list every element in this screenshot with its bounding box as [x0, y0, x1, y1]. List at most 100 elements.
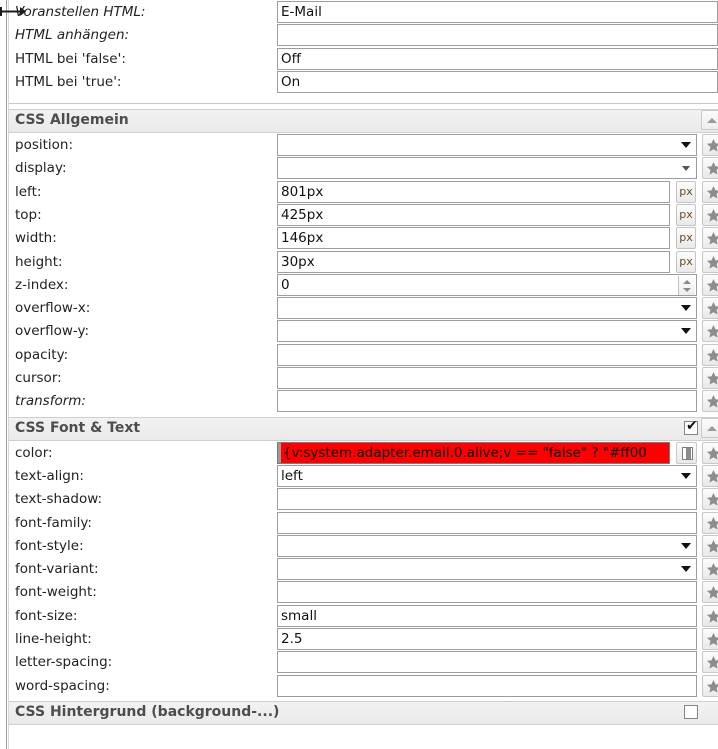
css-top-input[interactable]: 425px: [277, 203, 670, 226]
css-font-size-input[interactable]: small: [277, 604, 697, 627]
property-label-word-spacing: word-spacing:: [15, 677, 110, 694]
chevron-down-icon[interactable]: [681, 142, 691, 148]
css-text-align-input[interactable]: left: [277, 464, 697, 487]
css-line-height-favorite-button[interactable]: [702, 628, 718, 650]
property-label-text-shadow: text-shadow:: [15, 491, 103, 508]
property-label-html-anh-ngen: HTML anhängen:: [15, 27, 130, 44]
css-left-favorite-button[interactable]: [702, 180, 718, 203]
star-icon: [706, 162, 718, 175]
css-width-favorite-button[interactable]: [702, 227, 718, 250]
css-top-favorite-button[interactable]: [702, 203, 718, 226]
chevron-down-icon[interactable]: [681, 305, 691, 312]
css-font-weight-input[interactable]: [277, 581, 697, 604]
section-enable-checkbox[interactable]: ✔: [684, 419, 698, 435]
css-position-input[interactable]: [277, 134, 697, 156]
css-font-variant-favorite-button[interactable]: [702, 558, 718, 581]
css-transform-input[interactable]: [277, 390, 697, 413]
star-icon: [706, 609, 718, 623]
property-label-left: left:: [15, 183, 42, 200]
css-top-unit-button[interactable]: px: [676, 203, 696, 226]
css-position-favorite-button[interactable]: [702, 134, 718, 156]
collapse-up-icon: [707, 118, 717, 123]
star-icon: [706, 516, 718, 530]
css-width-unit-button[interactable]: px: [676, 227, 696, 250]
chevron-down-icon[interactable]: [681, 472, 691, 479]
css-text-shadow-input[interactable]: [277, 488, 697, 511]
css-line-height-input[interactable]: 2.5: [277, 628, 697, 650]
css-top-value: 425px: [281, 206, 324, 223]
star-icon: [706, 446, 718, 460]
css-font-weight-favorite-button[interactable]: [702, 581, 718, 604]
star-icon: [706, 208, 718, 222]
css-z-index-input[interactable]: 0: [277, 273, 697, 296]
top-row-html-bei-false-input[interactable]: Off: [277, 47, 718, 70]
section-collapse-button[interactable]: [701, 417, 718, 438]
section-header-css-font-text[interactable]: CSS Font & Text ✔: [9, 416, 718, 441]
property-label-height: height:: [15, 253, 63, 270]
css-overflow-x-input[interactable]: [277, 297, 697, 320]
top-row-html-bei-true-value: On: [281, 73, 301, 90]
css-font-size-favorite-button[interactable]: [702, 604, 718, 627]
css-letter-spacing-favorite-button[interactable]: [702, 651, 718, 674]
chevron-down-icon[interactable]: [682, 166, 690, 172]
css-display-input[interactable]: [277, 157, 697, 180]
number-stepper[interactable]: [678, 275, 695, 295]
css-color-favorite-button[interactable]: [702, 441, 718, 464]
section-header-css-hintergrund-background[interactable]: CSS Hintergrund (background-...): [9, 700, 718, 725]
css-word-spacing-favorite-button[interactable]: [702, 674, 718, 697]
property-label-transform: transform:: [15, 393, 86, 410]
top-row-html-anh-ngen-input[interactable]: [277, 24, 718, 47]
chevron-down-icon[interactable]: [681, 566, 691, 573]
css-text-align-favorite-button[interactable]: [702, 464, 718, 487]
css-transform-favorite-button[interactable]: [702, 390, 718, 413]
css-height-favorite-button[interactable]: [702, 250, 718, 273]
panel-separator: [9, 103, 718, 104]
chevron-down-icon[interactable]: [681, 542, 691, 549]
css-left-unit-button[interactable]: px: [676, 180, 696, 203]
css-overflow-y-input[interactable]: [277, 320, 697, 343]
star-icon: [706, 632, 718, 646]
css-z-index-favorite-button[interactable]: [702, 273, 718, 296]
css-line-height-value: 2.5: [281, 631, 303, 647]
css-cursor-input[interactable]: [277, 367, 697, 389]
property-label-opacity: opacity:: [15, 346, 69, 363]
left-gutter: [0, 0, 9, 749]
css-color-value: {v:system.adapter.email.0.alive;v == "fa…: [283, 444, 647, 461]
top-row-voranstellen-html-input[interactable]: E-Mail: [277, 1, 718, 23]
css-font-style-favorite-button[interactable]: [702, 534, 718, 557]
css-display-favorite-button[interactable]: [702, 157, 718, 180]
css-height-value: 30px: [281, 253, 315, 270]
section-collapse-button[interactable]: [701, 110, 718, 130]
property-label-font-variant: font-variant:: [15, 561, 99, 578]
css-text-shadow-favorite-button[interactable]: [702, 488, 718, 511]
css-opacity-favorite-button[interactable]: [702, 343, 718, 366]
top-row-html-bei-true-input[interactable]: On: [277, 70, 718, 93]
css-z-index-value: 0: [281, 276, 290, 293]
css-font-family-favorite-button[interactable]: [702, 511, 718, 534]
stepper-up-icon[interactable]: [683, 279, 691, 284]
css-opacity-input[interactable]: [277, 343, 697, 366]
css-font-style-input[interactable]: [277, 534, 697, 557]
css-overflow-x-favorite-button[interactable]: [702, 297, 718, 320]
star-icon: [706, 679, 718, 693]
css-letter-spacing-input[interactable]: [277, 651, 697, 674]
css-color-colorpicker-button[interactable]: [676, 441, 697, 464]
css-word-spacing-input[interactable]: [277, 674, 697, 697]
css-color-input[interactable]: {v:system.adapter.email.0.alive;v == "fa…: [277, 441, 670, 464]
css-font-variant-input[interactable]: [277, 558, 697, 581]
stepper-down-icon[interactable]: [683, 287, 691, 292]
css-height-unit-button[interactable]: px: [676, 250, 696, 273]
section-enable-checkbox[interactable]: [684, 704, 698, 719]
star-icon: [706, 493, 718, 506]
star-icon: [706, 138, 718, 152]
css-font-family-input[interactable]: [277, 511, 697, 534]
star-icon: [706, 185, 718, 199]
css-overflow-y-favorite-button[interactable]: [702, 320, 718, 343]
css-height-input[interactable]: 30px: [277, 250, 670, 273]
chevron-down-icon[interactable]: [681, 328, 691, 335]
css-cursor-favorite-button[interactable]: [702, 367, 718, 389]
css-left-input[interactable]: 801px: [277, 180, 670, 203]
section-header-css-allgemein[interactable]: CSS Allgemein: [9, 109, 718, 133]
star-icon: [706, 255, 718, 269]
css-width-input[interactable]: 146px: [277, 227, 670, 250]
